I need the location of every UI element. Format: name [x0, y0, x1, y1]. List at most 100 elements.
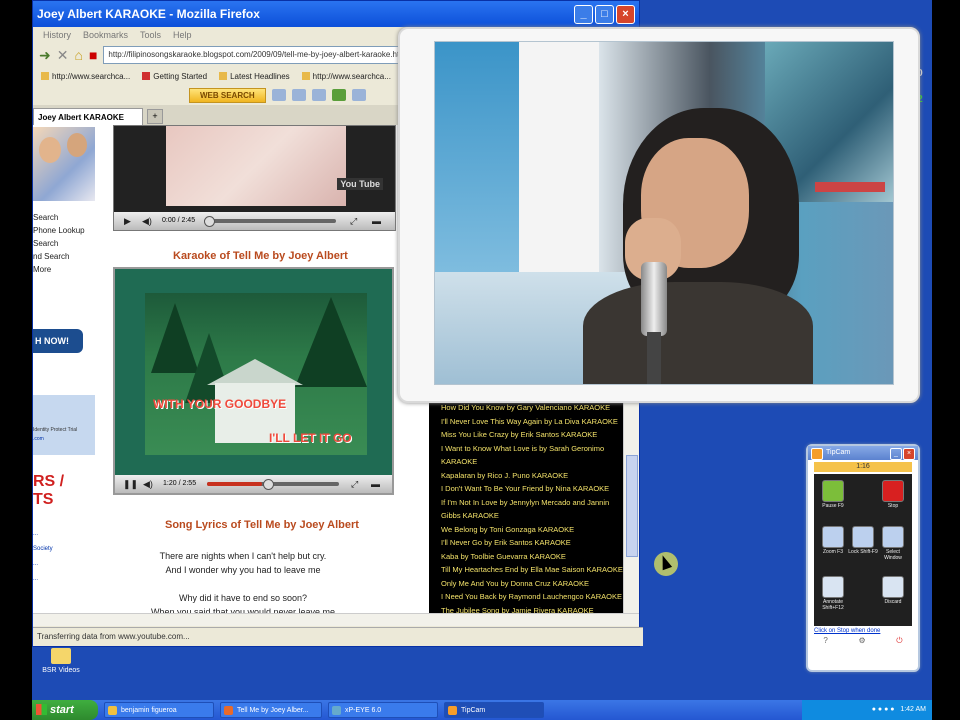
close-button[interactable]: ×: [903, 448, 915, 460]
left-link[interactable]: nd Search: [33, 250, 85, 263]
song-link[interactable]: Miss You Like Crazy by Erik Santos KARAO…: [429, 428, 623, 442]
taskbar-item[interactable]: benjamin figueroa: [104, 702, 214, 718]
stop-button[interactable]: Stop: [878, 478, 908, 509]
taskbar-item[interactable]: xP-EYE 6.0: [328, 702, 438, 718]
settings-icon[interactable]: ⚙: [858, 636, 865, 646]
menu-bookmarks[interactable]: Bookmarks: [83, 27, 128, 43]
song-link[interactable]: I'll Never Go by Erik Santos KARAOKE: [429, 536, 623, 550]
pause-button[interactable]: Pause F9: [818, 478, 848, 509]
stop-icon[interactable]: ✕: [57, 47, 69, 64]
tipcam-icon: [448, 706, 457, 715]
fullscreen-icon[interactable]: ⤢: [350, 212, 357, 230]
toolbar-icon[interactable]: [311, 89, 326, 101]
youtube-video-2[interactable]: WITH YOUR GOODBYE I'LL LET IT GO ❚❚ ◀) 1…: [113, 267, 394, 495]
song-link[interactable]: Till My Heartaches End by Ella Mae Saiso…: [429, 563, 623, 577]
seek-bar[interactable]: [207, 479, 339, 490]
song-link[interactable]: Only Me And You by Donna Cruz KARAOKE: [429, 577, 623, 591]
small-link[interactable]: ...: [33, 557, 53, 572]
home-icon[interactable]: ⌂: [74, 47, 82, 63]
left-link[interactable]: Phone Lookup: [33, 224, 85, 237]
youtube-video-1[interactable]: You Tube ▶ ◀) 0:00 / 2:45 ⤢ ▬: [113, 125, 396, 231]
song-link[interactable]: I Want to Know What Love is by Sarah Ger…: [429, 442, 623, 456]
web-search-button[interactable]: WEB SEARCH: [189, 87, 266, 103]
window-titlebar[interactable]: Joey Albert KARAOKE - Mozilla Firefox _ …: [33, 1, 639, 27]
tipcam-titlebar[interactable]: TipCam _ ×: [808, 446, 918, 460]
left-link[interactable]: Search: [33, 211, 85, 224]
song-link[interactable]: KARAOKE: [429, 455, 623, 469]
toolbar-icon[interactable]: [291, 89, 306, 101]
horizontal-scrollbar[interactable]: [33, 613, 639, 626]
start-button[interactable]: start: [32, 700, 98, 720]
volume-icon[interactable]: ◀): [142, 212, 152, 230]
video-controls: ❚❚ ◀) 1:20 / 2:55 ⤢ ▬: [115, 475, 392, 493]
taskbar-item[interactable]: Tell Me by Joey Alber...: [220, 702, 322, 718]
help-icon[interactable]: ?: [823, 636, 827, 646]
song-link[interactable]: How Did You Know by Gary Valenciano KARA…: [429, 401, 623, 415]
song-link[interactable]: We Belong by Toni Gonzaga KARAOKE: [429, 523, 623, 537]
forward-icon[interactable]: ➜: [39, 47, 51, 64]
new-tab-button[interactable]: +: [147, 109, 163, 124]
menu-tools[interactable]: Tools: [140, 27, 161, 43]
song-link[interactable]: The Jubilee Song by Jamie Rivera KARAOKE: [429, 604, 623, 614]
maximize-button[interactable]: □: [595, 5, 614, 24]
discard-button[interactable]: Discard: [878, 574, 908, 605]
bookmark-item[interactable]: Getting Started: [142, 72, 207, 81]
seek-knob[interactable]: [263, 479, 274, 490]
bookmark-item[interactable]: Latest Headlines: [219, 72, 290, 81]
taskbar: start benjamin figueroa Tell Me by Joey …: [32, 700, 932, 720]
seek-bar[interactable]: [204, 216, 336, 227]
annotate-button[interactable]: Annotate Shift+F12: [818, 574, 848, 611]
song-link[interactable]: Kapalaran by Rico J. Puno KARAOKE: [429, 469, 623, 483]
select-window-button[interactable]: Select Window: [878, 524, 908, 561]
menu-icon[interactable]: ▬: [372, 212, 381, 230]
tray-icons[interactable]: ● ● ● ●: [872, 706, 899, 713]
lyric-line-1: WITH YOUR GOODBYE: [153, 397, 287, 411]
bookmark-item[interactable]: http://www.searchca...: [301, 72, 391, 81]
small-link[interactable]: ...: [33, 527, 53, 542]
power-icon[interactable]: ⏻: [896, 636, 902, 646]
minimize-button[interactable]: _: [574, 5, 593, 24]
minimize-button[interactable]: _: [890, 448, 902, 460]
pause-icon: [822, 480, 844, 502]
ad-link[interactable]: .com: [33, 436, 95, 442]
song-link[interactable]: Gibbs KARAOKE: [429, 509, 623, 523]
toolbar-icon[interactable]: [351, 89, 366, 101]
taskbar-item-active[interactable]: TipCam: [444, 702, 544, 718]
lyric-line: [123, 577, 363, 591]
pause-icon[interactable]: ❚❚: [123, 475, 138, 493]
lock-button[interactable]: Lock Shift-F9: [848, 524, 878, 555]
song-link[interactable]: I Need You Back by Raymond Lauchengco KA…: [429, 590, 623, 604]
karaoke-scene: WITH YOUR GOODBYE I'LL LET IT GO: [145, 293, 367, 455]
song-link[interactable]: Kaba by Toolbie Guevarra KARAOKE: [429, 550, 623, 564]
small-link[interactable]: ...: [33, 572, 53, 587]
search-now-button[interactable]: H NOW!: [33, 329, 83, 353]
menu-help[interactable]: Help: [173, 27, 192, 43]
small-link[interactable]: Society: [33, 542, 53, 557]
song-link[interactable]: If I'm Not In Love by Jennylyn Mercado a…: [429, 496, 623, 510]
lyric-line-2: I'LL LET IT GO: [269, 431, 352, 445]
menu-history[interactable]: History: [43, 27, 71, 43]
volume-icon[interactable]: ◀): [143, 475, 153, 493]
toolbar-icon[interactable]: [271, 89, 286, 101]
rss-icon: [219, 72, 228, 81]
fullscreen-icon[interactable]: ⤢: [351, 475, 358, 493]
toolbar-icon[interactable]: [331, 89, 346, 101]
song-link[interactable]: I Don't Want To Be Your Friend by Nina K…: [429, 482, 623, 496]
left-link[interactable]: Search: [33, 237, 85, 250]
zoom-button[interactable]: Zoom F3: [818, 524, 848, 555]
seek-knob[interactable]: [204, 216, 215, 227]
recording-time: 1:16: [814, 462, 912, 472]
desktop-icon-bsr-videos[interactable]: BSR Videos: [36, 648, 86, 674]
bookmark-item[interactable]: http://www.searchca...: [41, 72, 130, 81]
close-button[interactable]: ×: [616, 5, 635, 24]
song-link[interactable]: I'll Never Love This Way Again by La Div…: [429, 415, 623, 429]
lyrics-heading: Song Lyrics of Tell Me by Joey Albert: [165, 519, 359, 531]
tab-joey-albert[interactable]: Joey Albert KARAOKE: [33, 108, 143, 126]
play-icon[interactable]: ▶: [124, 212, 131, 230]
scrollbar-thumb[interactable]: [626, 455, 638, 557]
menu-icon[interactable]: ▬: [371, 475, 380, 493]
left-link[interactable]: More: [33, 263, 85, 276]
stop-hint-link[interactable]: Click on Stop when done: [814, 628, 912, 634]
firefox-icon: [224, 706, 233, 715]
webcam-window[interactable]: [398, 27, 920, 403]
